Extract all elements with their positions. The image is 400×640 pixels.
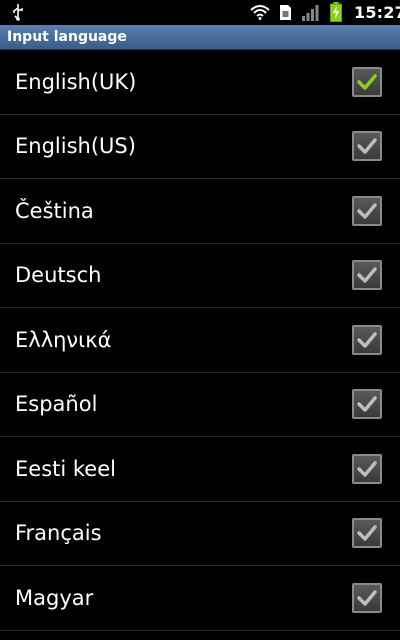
language-label: Čeština xyxy=(15,198,94,223)
language-label: Eesti keel xyxy=(15,456,116,481)
language-checkbox[interactable] xyxy=(352,582,382,613)
language-label: Español xyxy=(15,392,98,417)
language-row-english-us[interactable]: English(US) xyxy=(0,115,400,179)
language-list: English(UK) English(US) Čeština Deutsch xyxy=(0,50,400,631)
wifi-icon xyxy=(250,5,270,20)
checkmark-icon xyxy=(357,332,377,348)
language-label: English(UK) xyxy=(15,69,137,94)
signal-icon xyxy=(302,5,319,21)
language-label: Deutsch xyxy=(15,263,102,288)
battery-charging-icon xyxy=(330,2,342,22)
status-bar: 15:27 xyxy=(0,0,400,25)
language-label: Ελληνικά xyxy=(15,327,112,352)
language-label: Magyar xyxy=(15,585,94,610)
language-row-greek[interactable]: Ελληνικά xyxy=(0,308,400,373)
checkmark-icon xyxy=(357,590,377,606)
language-row-magyar[interactable]: Magyar xyxy=(0,566,400,631)
title-bar: Input language xyxy=(0,25,400,50)
checkmark-icon xyxy=(357,74,377,90)
language-checkbox[interactable] xyxy=(352,66,382,97)
language-row-espanol[interactable]: Español xyxy=(0,373,400,437)
language-checkbox[interactable] xyxy=(352,389,382,420)
language-row-cestina[interactable]: Čeština xyxy=(0,179,400,244)
checkmark-icon xyxy=(357,396,377,412)
language-checkbox[interactable] xyxy=(352,324,382,355)
checkmark-icon xyxy=(357,267,377,283)
language-row-deutsch[interactable]: Deutsch xyxy=(0,244,400,308)
page-title: Input language xyxy=(7,29,127,45)
language-label: Français xyxy=(15,521,102,546)
sim-card-icon xyxy=(280,5,291,20)
language-checkbox[interactable] xyxy=(352,195,382,226)
language-checkbox[interactable] xyxy=(352,131,382,162)
language-label: English(US) xyxy=(15,134,136,159)
language-checkbox[interactable] xyxy=(352,518,382,549)
checkmark-icon xyxy=(357,525,377,541)
checkmark-icon xyxy=(357,461,377,477)
clock: 15:27 xyxy=(354,3,400,22)
language-checkbox[interactable] xyxy=(352,260,382,291)
checkmark-icon xyxy=(357,138,377,154)
usb-icon xyxy=(13,4,23,21)
language-row-english-uk[interactable]: English(UK) xyxy=(0,50,400,115)
language-row-francais[interactable]: Français xyxy=(0,502,400,566)
checkmark-icon xyxy=(357,203,377,219)
language-checkbox[interactable] xyxy=(352,453,382,484)
language-row-eesti[interactable]: Eesti keel xyxy=(0,437,400,502)
